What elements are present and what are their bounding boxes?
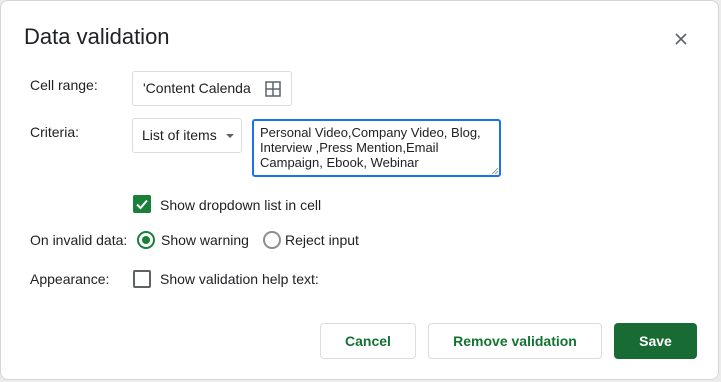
close-icon[interactable] [669, 27, 693, 51]
appearance-label: Appearance: [30, 271, 110, 287]
grid-select-icon[interactable] [264, 80, 282, 98]
cancel-button[interactable]: Cancel [320, 323, 416, 359]
show-warning-label: Show warning [161, 232, 249, 248]
on-invalid-label: On invalid data: [30, 232, 128, 248]
radio-selected-dot [142, 236, 150, 244]
dialog-title: Data validation [24, 24, 170, 49]
cell-range-field[interactable]: 'Content Calenda [132, 71, 292, 106]
resize-handle-icon[interactable] [491, 167, 499, 175]
save-button[interactable]: Save [614, 323, 697, 359]
remove-validation-button[interactable]: Remove validation [428, 323, 602, 359]
criteria-items-textarea[interactable]: Personal Video,Company Video, Blog, Inte… [252, 119, 501, 177]
cell-range-label: Cell range: [30, 77, 98, 93]
show-dropdown-label: Show dropdown list in cell [160, 197, 322, 213]
criteria-type-select[interactable]: List of items [132, 118, 242, 153]
reject-input-label: Reject input [285, 232, 359, 248]
criteria-label: Criteria: [30, 124, 80, 140]
criteria-type-value: List of items [142, 127, 217, 143]
show-help-text-label: Show validation help text: [160, 271, 319, 287]
data-validation-dialog: Data validation Cell range: 'Content Cal… [0, 0, 719, 380]
show-help-text-checkbox[interactable] [133, 270, 151, 288]
reject-input-radio[interactable] [263, 231, 281, 249]
checkmark-icon [136, 199, 148, 210]
cell-range-value[interactable]: 'Content Calenda [143, 80, 261, 96]
show-dropdown-checkbox[interactable] [133, 195, 151, 213]
show-warning-radio[interactable] [137, 231, 155, 249]
chevron-down-icon [226, 134, 234, 138]
